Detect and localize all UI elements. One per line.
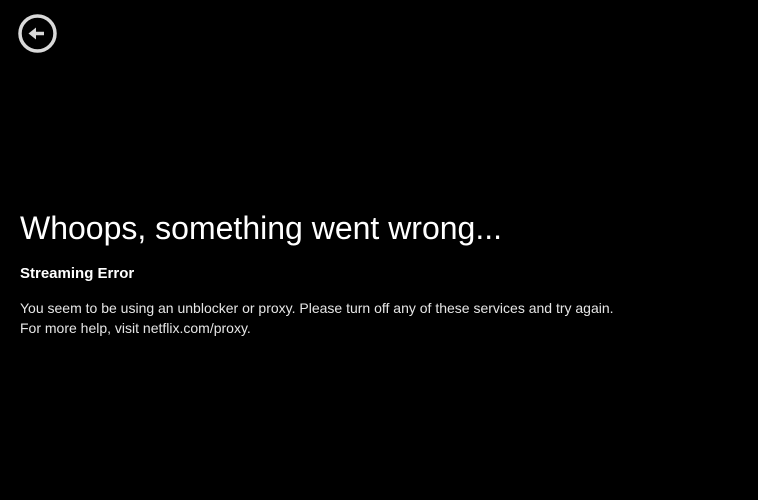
error-screen: Whoops, something went wrong... Streamin…: [0, 0, 758, 500]
error-subtitle: Streaming Error: [20, 265, 135, 282]
back-arrow-icon: [18, 14, 57, 53]
error-message: You seem to be using an unblocker or pro…: [20, 300, 614, 336]
back-button[interactable]: [17, 13, 58, 54]
error-content: Whoops, something went wrong... Streamin…: [20, 206, 620, 338]
error-title: Whoops, something went wrong...: [20, 210, 503, 246]
